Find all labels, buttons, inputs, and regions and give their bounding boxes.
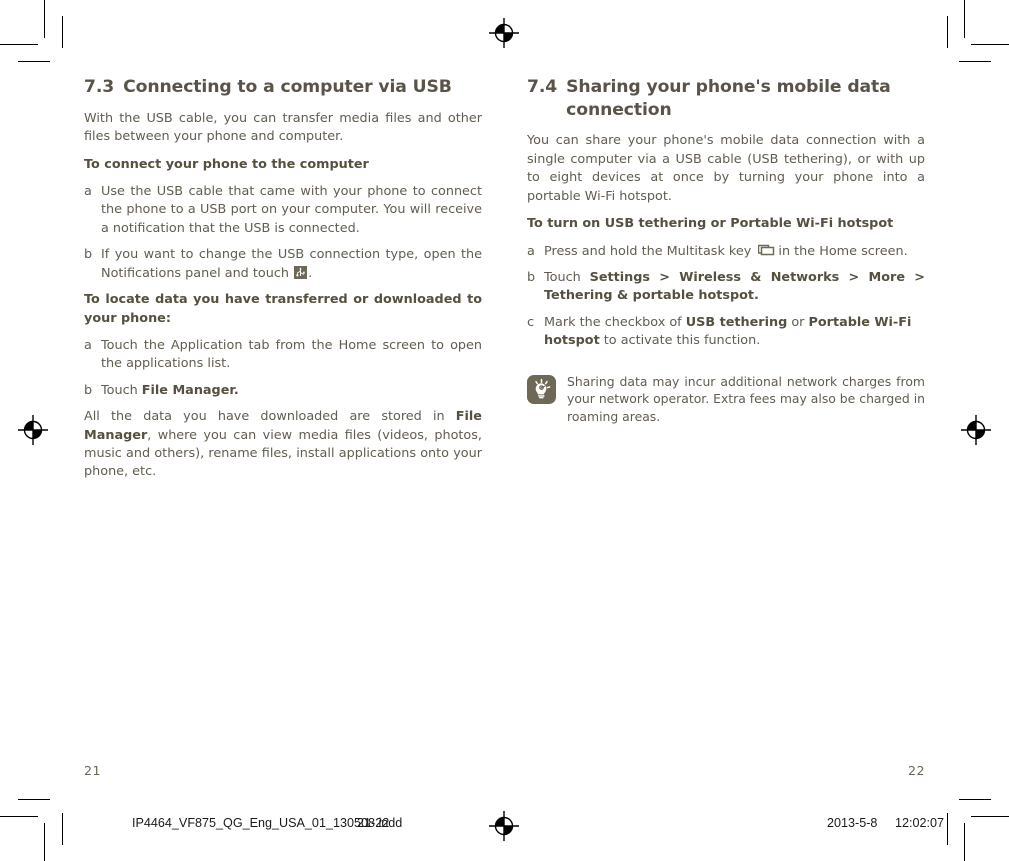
closing-paragraph: All the data you have downloaded are sto… — [84, 408, 482, 482]
section-intro-paragraph: You can share your phone's mobile data c… — [527, 133, 925, 204]
step-label: a — [527, 243, 535, 259]
step-text: Touch the Application tab from the Home … — [101, 337, 482, 372]
step-text-plain: Mark the checkbox of — [544, 314, 686, 330]
left-page-column: 7.3 Connecting to a computer via USB Wit… — [84, 76, 482, 491]
step-text-mid: or — [787, 314, 809, 330]
document-spread: 7.3 Connecting to a computer via USB Wit… — [0, 0, 1009, 861]
multitask-key-icon — [758, 244, 776, 256]
step-label: b — [84, 247, 93, 263]
tip-note-box: Sharing data may incur additional networ… — [527, 373, 925, 427]
step-label: a — [84, 183, 92, 199]
step-text-bold: Settings > Wireless & Networks > More > … — [544, 269, 925, 304]
step-text-after-icon: in the Home screen. — [778, 243, 908, 259]
step-text: Use the USB cable that came with your ph… — [101, 183, 482, 236]
lightbulb-tip-icon — [527, 374, 556, 404]
step-text: If you want to change the USB connection… — [101, 246, 482, 283]
section-intro-paragraph: With the USB cable, you can transfer med… — [84, 110, 482, 145]
tip-note-text: Sharing data may incur additional networ… — [567, 373, 925, 425]
usb-icon — [294, 265, 308, 279]
subheading-locate-data: To locate data you have transferred or d… — [84, 292, 482, 326]
subheading-turn-on-tethering: To turn on USB tethering or Portable Wi-… — [527, 216, 894, 232]
closing-text-before: All the data you have downloaded are sto… — [84, 409, 456, 425]
right-page-column: 7.4 Sharing your phone's mobile data con… — [527, 76, 925, 426]
list-item: a Use the USB cable that came with your … — [84, 183, 482, 238]
step-text-bold: File Manager. — [141, 382, 239, 398]
list-item: b Touch File Manager. — [84, 382, 482, 400]
page-number-right: 22 — [908, 763, 926, 778]
step-text-plain: Touch — [544, 269, 590, 285]
step-text-after-icon: . — [308, 265, 313, 281]
print-date: 2013-5-8 — [827, 816, 878, 830]
list-item: a Touch the Application tab from the Hom… — [84, 337, 482, 374]
step-label: a — [84, 337, 92, 353]
list-item: b Touch Settings > Wireless & Networks >… — [527, 269, 925, 306]
section-number: 7.3 — [84, 77, 115, 97]
page-number-left: 21 — [84, 763, 102, 778]
step-label: b — [527, 269, 536, 285]
step-text-before-icon: If you want to change the USB connection… — [101, 247, 482, 281]
step-text-before-icon: Press and hold the Multitask key — [544, 243, 756, 259]
section-title: Connecting to a computer via USB — [123, 77, 452, 97]
section-heading-7-3: 7.3 Connecting to a computer via USB — [84, 76, 482, 99]
step-text: Press and hold the Multitask key in the … — [544, 243, 925, 261]
step-text: Touch File Manager. — [101, 382, 482, 400]
list-item: c Mark the checkbox of USB tethering or … — [527, 314, 925, 351]
section-title: Sharing your phone's mobile data connect… — [566, 77, 891, 120]
section-heading-7-4: 7.4 Sharing your phone's mobile data con… — [527, 76, 925, 121]
step-text-after: to activate this function. — [599, 333, 761, 349]
list-item: b If you want to change the USB connecti… — [84, 246, 482, 283]
section-number: 7.4 — [527, 77, 558, 97]
step-text: Mark the checkbox of USB tethering or Po… — [544, 314, 925, 351]
step-label: c — [527, 314, 535, 330]
print-time: 12:02:07 — [895, 816, 945, 830]
step-label: b — [84, 382, 93, 398]
step-text: Touch Settings > Wireless & Networks > M… — [544, 269, 925, 306]
subheading-connect-phone: To connect your phone to the computer — [84, 156, 369, 172]
print-page-range: 21-22 — [357, 816, 390, 830]
step-text-plain: Touch — [101, 382, 142, 398]
step-text-bold-usb-tethering: USB tethering — [685, 314, 788, 330]
list-item: a Press and hold the Multitask key in th… — [527, 243, 925, 261]
